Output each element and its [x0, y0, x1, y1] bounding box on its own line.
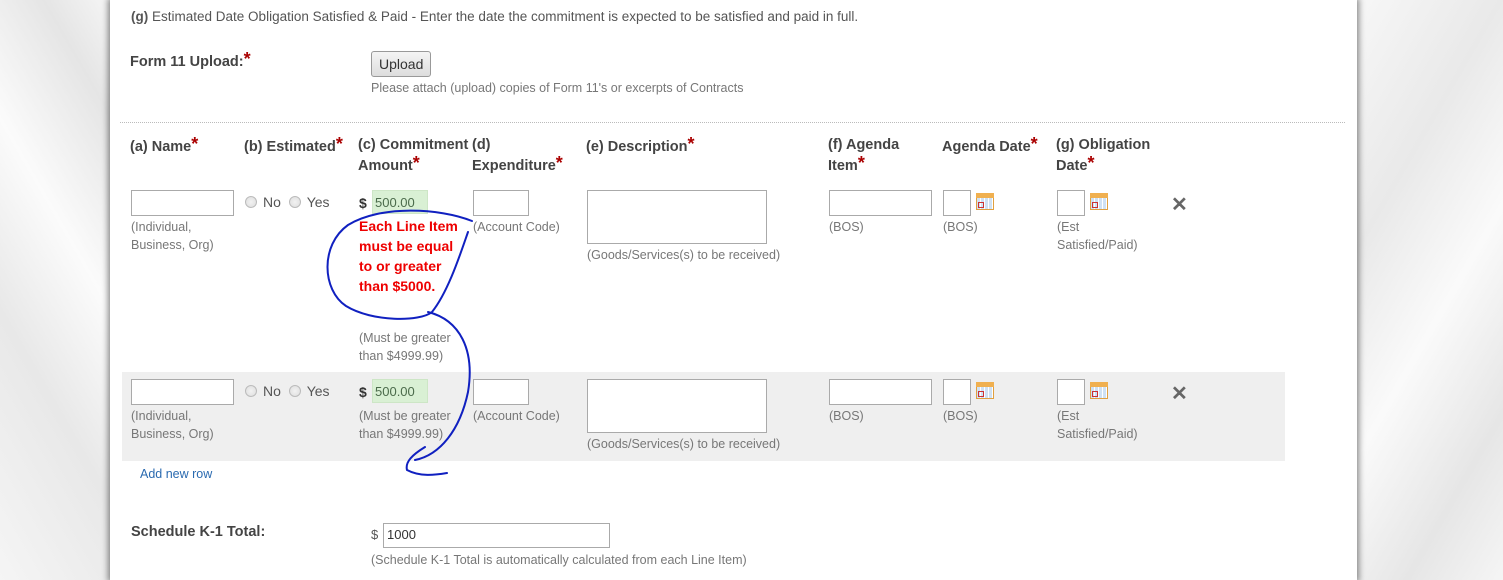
background-marble-left [0, 0, 110, 580]
hand-drawn-annotation [326, 209, 473, 476]
annotation-arrow [405, 311, 471, 476]
annotation-circle [326, 209, 473, 320]
background-marble-right [1357, 0, 1503, 580]
form-panel: (g) Estimated Date Obligation Satisfied … [110, 0, 1357, 580]
